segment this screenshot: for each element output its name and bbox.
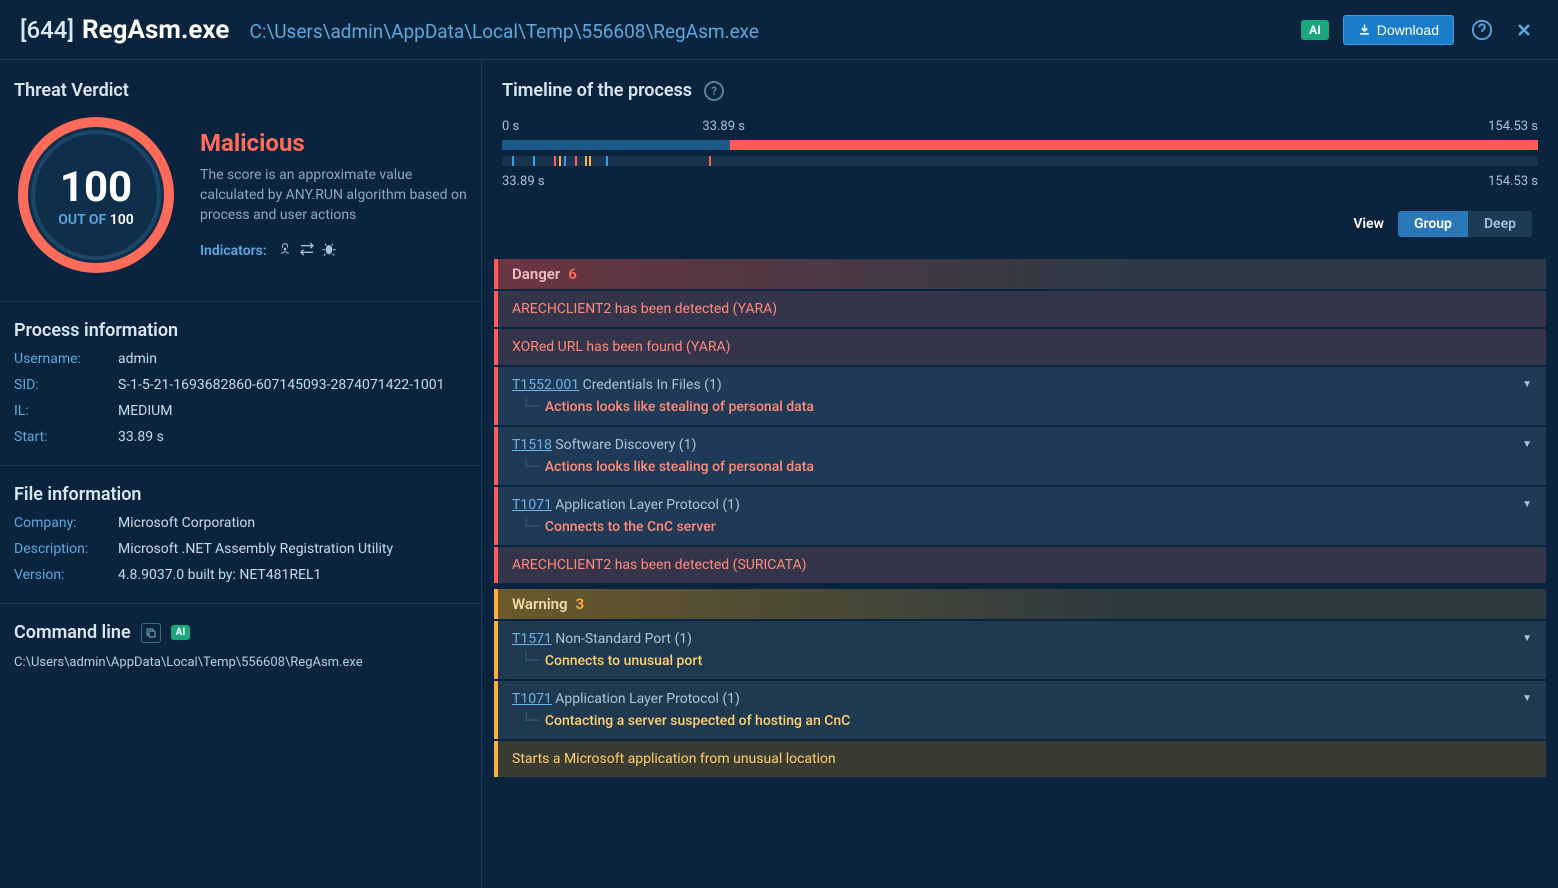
rule-item[interactable]: T1571 Non-Standard Port (1) └─Connects t…: [494, 621, 1546, 679]
start-value: 33.89 s: [118, 429, 164, 445]
tl-bottom-end: 154.53 s: [1488, 174, 1538, 189]
version-value: 4.8.9037.0 built by: NET481REL1: [118, 567, 321, 583]
rule-text: XORed URL has been found (YARA): [512, 339, 1532, 355]
process-id: [644]: [20, 16, 74, 44]
help-icon[interactable]: [1468, 16, 1496, 44]
score-ring: 100 OUT OF 100: [14, 113, 178, 277]
warning-group-header[interactable]: Warning 3: [494, 589, 1546, 619]
technique-name: Credentials In Files (1): [579, 377, 722, 393]
rule-item[interactable]: T1518 Software Discovery (1) └─Actions l…: [494, 427, 1546, 485]
view-segmented: Group Deep: [1398, 211, 1532, 237]
rule-item[interactable]: ARECHCLIENT2 has been detected (SURICATA…: [494, 547, 1546, 583]
score-outof: OUT OF 100: [58, 212, 133, 228]
chevron-down-icon[interactable]: ▼: [1522, 379, 1532, 390]
timeline-help-icon[interactable]: ?: [704, 81, 724, 101]
rule-sub-text: Actions looks like stealing of personal …: [545, 459, 814, 475]
rule-text: Starts a Microsoft application from unus…: [512, 751, 1532, 767]
il-key: IL:: [14, 403, 118, 419]
rule-item[interactable]: XORed URL has been found (YARA): [494, 329, 1546, 365]
exchange-icon[interactable]: [299, 241, 315, 261]
technique-link[interactable]: T1552.001: [512, 377, 579, 393]
il-value: MEDIUM: [118, 403, 172, 419]
view-label: View: [1353, 216, 1384, 232]
tl-label-start: 33.89 s: [702, 119, 745, 134]
ai-badge[interactable]: AI: [1301, 20, 1329, 40]
biohazard-icon[interactable]: [277, 241, 293, 261]
start-key: Start:: [14, 429, 118, 445]
rule-sub-text: Connects to unusual port: [545, 653, 702, 669]
rule-sub-text: Actions looks like stealing of personal …: [545, 399, 814, 415]
rule-item[interactable]: T1071 Application Layer Protocol (1) └─C…: [494, 487, 1546, 545]
copy-icon[interactable]: [141, 623, 161, 643]
view-deep-button[interactable]: Deep: [1468, 211, 1532, 237]
file-info-title: File information: [14, 484, 467, 505]
tl-label-0: 0 s: [502, 119, 519, 134]
rule-item[interactable]: T1552.001 Credentials In Files (1) └─Act…: [494, 367, 1546, 425]
rule-item[interactable]: ARECHCLIENT2 has been detected (YARA): [494, 291, 1546, 327]
chevron-down-icon[interactable]: ▼: [1522, 633, 1532, 644]
process-path[interactable]: C:\Users\admin\AppData\Local\Temp\556608…: [249, 20, 759, 43]
close-icon[interactable]: [1510, 16, 1538, 44]
company-value: Microsoft Corporation: [118, 515, 255, 531]
chevron-down-icon[interactable]: ▼: [1522, 693, 1532, 704]
rule-item[interactable]: T1071 Application Layer Protocol (1) └─C…: [494, 681, 1546, 739]
cmd-title: Command line: [14, 622, 131, 643]
company-key: Company:: [14, 515, 118, 531]
chevron-down-icon[interactable]: ▼: [1522, 499, 1532, 510]
danger-group-header[interactable]: Danger 6: [494, 259, 1546, 289]
download-button[interactable]: Download: [1343, 15, 1454, 45]
desc-value: Microsoft .NET Assembly Registration Uti…: [118, 541, 393, 557]
version-key: Version:: [14, 567, 118, 583]
technique-name: Non-Standard Port (1): [552, 631, 692, 647]
download-icon: [1358, 23, 1371, 36]
tl-bottom-start: 33.89 s: [502, 174, 545, 189]
warning-label: Warning: [512, 595, 568, 613]
verdict-label: Malicious: [200, 129, 467, 157]
download-label: Download: [1377, 22, 1439, 38]
window-header: [644] RegAsm.exe C:\Users\admin\AppData\…: [0, 0, 1558, 60]
timeline-title: Timeline of the process: [502, 80, 692, 101]
technique-name: Application Layer Protocol (1): [552, 691, 740, 707]
technique-link[interactable]: T1071: [512, 497, 552, 513]
ai-mini-badge[interactable]: AI: [171, 625, 191, 640]
chevron-down-icon[interactable]: ▼: [1522, 439, 1532, 450]
rule-item[interactable]: Starts a Microsoft application from unus…: [494, 741, 1546, 777]
process-name: RegAsm.exe: [82, 15, 230, 45]
score-value: 100: [60, 163, 132, 212]
left-panel: Threat Verdict 100 OUT OF 100: [0, 60, 482, 888]
desc-key: Description:: [14, 541, 118, 557]
timeline-bar-primary[interactable]: [502, 140, 1538, 150]
timeline-bar-events[interactable]: [502, 156, 1538, 166]
rule-text: ARECHCLIENT2 has been detected (YARA): [512, 301, 1532, 317]
technique-link[interactable]: T1571: [512, 631, 552, 647]
technique-link[interactable]: T1071: [512, 691, 552, 707]
sid-key: SID:: [14, 377, 118, 393]
verdict-description: The score is an approximate value calcul…: [200, 165, 467, 226]
technique-link[interactable]: T1518: [512, 437, 552, 453]
view-group-button[interactable]: Group: [1398, 211, 1468, 237]
username-key: Username:: [14, 351, 118, 367]
technique-name: Application Layer Protocol (1): [552, 497, 740, 513]
warning-count: 3: [576, 595, 585, 613]
cmd-value: C:\Users\admin\AppData\Local\Temp\556608…: [14, 655, 467, 670]
verdict-title: Threat Verdict: [14, 80, 467, 101]
username-value: admin: [118, 351, 157, 367]
rule-text: ARECHCLIENT2 has been detected (SURICATA…: [512, 557, 1532, 573]
indicators-label: Indicators:: [200, 243, 267, 259]
rules-list[interactable]: Danger 6 ARECHCLIENT2 has been detected …: [482, 259, 1558, 888]
bug-icon[interactable]: [321, 241, 337, 261]
rule-sub-text: Connects to the CnC server: [545, 519, 716, 535]
danger-label: Danger: [512, 265, 560, 283]
right-panel: Timeline of the process ? 0 s 33.89 s 15…: [482, 60, 1558, 888]
tl-label-end: 154.53 s: [1488, 119, 1538, 134]
danger-count: 6: [568, 265, 577, 283]
proc-info-title: Process information: [14, 320, 467, 341]
technique-name: Software Discovery (1): [552, 437, 697, 453]
sid-value: S-1-5-21-1693682860-607145093-2874071422…: [118, 377, 445, 393]
rule-sub-text: Contacting a server suspected of hosting…: [545, 713, 850, 729]
